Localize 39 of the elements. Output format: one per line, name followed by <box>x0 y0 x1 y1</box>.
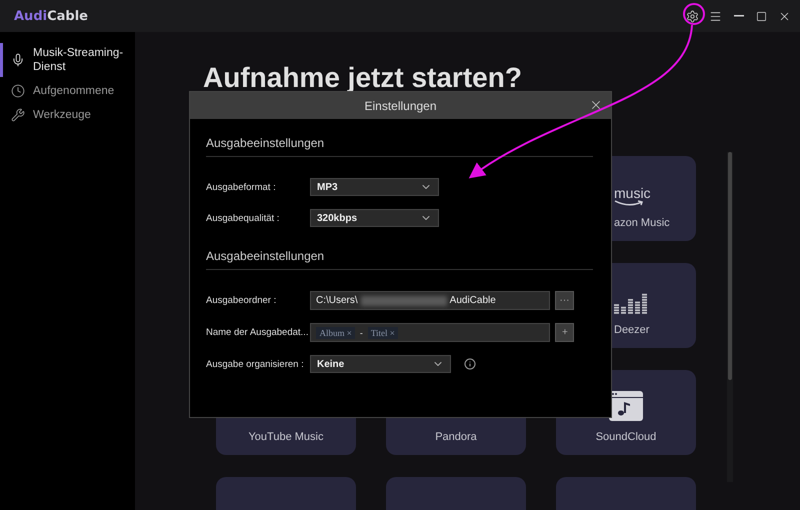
section-heading: Ausgabeeinstellungen <box>206 136 593 157</box>
microphone-icon <box>11 53 25 67</box>
sidebar-item[interactable]: Musik-Streaming-Dienst <box>0 43 135 77</box>
filename-field[interactable]: Album × - Titel × <box>310 323 550 342</box>
music-note-window-icon <box>609 391 643 421</box>
separator-text: - <box>358 328 364 338</box>
dropdown[interactable]: 320kbps <box>310 209 439 227</box>
browse-button[interactable]: ··· <box>555 291 574 310</box>
music-logo: music <box>614 186 651 207</box>
field-label: Ausgabequalität : <box>206 212 280 224</box>
add-button[interactable]: + <box>555 323 574 342</box>
sidebar-item[interactable]: Werkzeuge <box>0 105 135 125</box>
dropdown[interactable]: Keine <box>310 355 451 373</box>
app-logo: AudiCable <box>14 8 88 24</box>
field-label: Ausgabe organisieren : <box>206 358 305 370</box>
dialog-title: Einstellungen <box>364 98 437 112</box>
close-button[interactable] <box>589 98 603 112</box>
folder-path-field[interactable]: C:\Users\ AudiCable <box>310 291 550 310</box>
clock-icon <box>11 84 25 98</box>
info-icon[interactable] <box>464 358 476 370</box>
close-icon <box>589 98 603 112</box>
minimize-icon <box>734 15 744 17</box>
section-heading: Ausgabeeinstellungen <box>206 249 593 270</box>
maximize-icon <box>756 10 767 22</box>
highlight-circle <box>683 3 705 25</box>
tag[interactable]: Album × <box>316 326 355 338</box>
wrench-icon <box>11 108 25 122</box>
equalizer-icon <box>614 292 647 314</box>
field-label: Name der Ausgabedat... <box>206 327 310 338</box>
field-label: Ausgabeordner : <box>206 295 278 306</box>
tag[interactable]: Titel × <box>368 326 398 338</box>
settings-icon <box>686 10 699 22</box>
field-label: Ausgabeformat : <box>206 182 277 192</box>
menu-icon <box>709 10 722 22</box>
sidebar-item[interactable]: Aufgenommene <box>0 81 135 101</box>
scrollbar[interactable] <box>727 152 733 482</box>
page-heading: Aufnahme jetzt starten? <box>203 62 523 94</box>
settings-button[interactable] <box>685 8 700 24</box>
dropdown[interactable]: MP3 <box>310 178 439 196</box>
